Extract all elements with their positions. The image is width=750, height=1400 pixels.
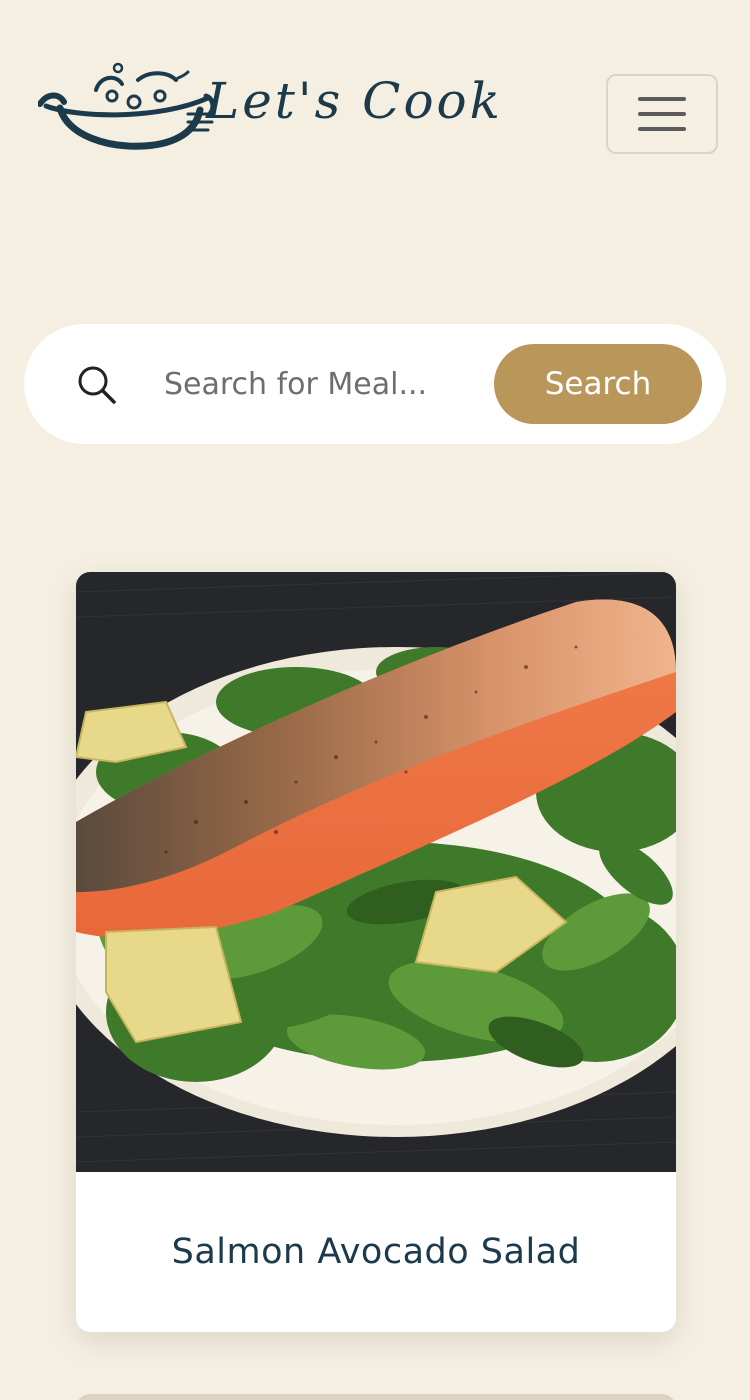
meal-title[interactable]: Salmon Avocado Salad [76,1172,676,1332]
hamburger-menu-icon-bar-bottom [638,127,686,131]
search-bar: Search [24,324,726,444]
search-input[interactable] [164,354,494,414]
hamburger-menu-icon-bar-top [638,97,686,101]
meal-image[interactable] [76,572,676,1172]
search-button[interactable]: Search [494,344,702,424]
hamburger-menu-icon-bar-middle [638,112,686,116]
site-logo[interactable]: Let's Cook [38,58,500,158]
menu-toggle-button[interactable] [606,74,718,154]
meal-card-next[interactable] [76,1394,676,1400]
cooking-pot-icon [38,62,216,150]
search-icon [78,366,116,404]
page: Let's Cook Search for Meal... Search Sal… [0,0,750,1400]
meal-card[interactable]: Salmon Avocado Salad [76,572,676,1332]
logo-text: Let's Cook [206,72,503,130]
